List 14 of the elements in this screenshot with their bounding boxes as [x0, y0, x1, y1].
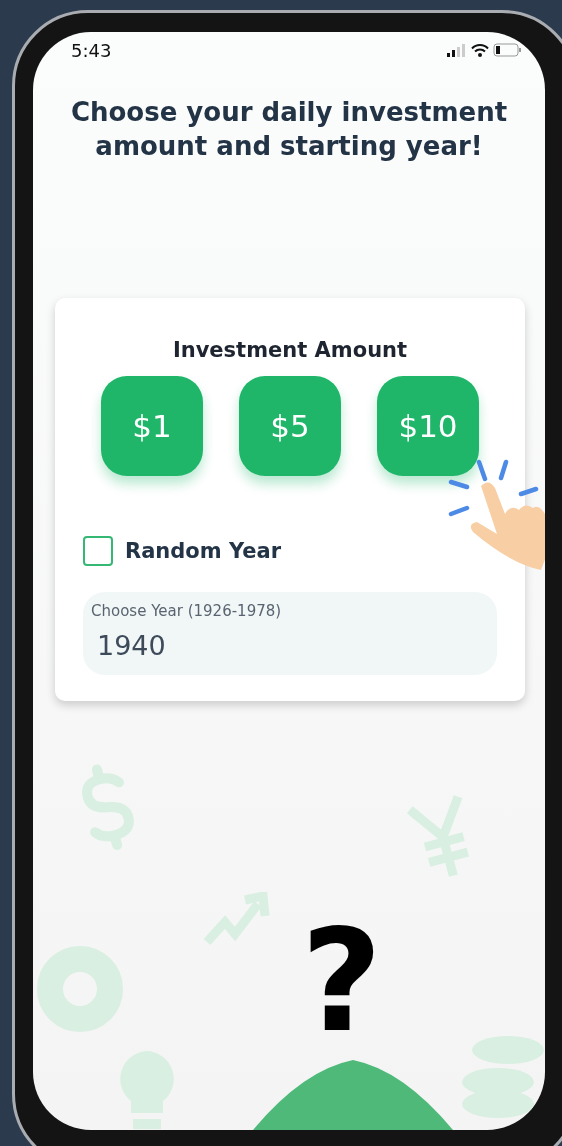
battery-icon	[493, 43, 521, 57]
card-heading: Investment Amount	[171, 337, 409, 362]
page-title: Choose your daily investment amount and starting year!	[69, 96, 509, 163]
signal-icon	[447, 43, 467, 57]
amount-button[interactable]: $1	[101, 375, 203, 476]
checkbox[interactable]	[83, 535, 113, 566]
checkbox-label: Random Year	[125, 538, 281, 563]
status-time: 5:43	[71, 39, 112, 61]
lifebuoy-icon	[37, 946, 123, 1032]
wifi-icon	[471, 43, 489, 57]
year-input-field[interactable]: Choose Year (1926-1978) 1940	[83, 591, 497, 675]
amount-button[interactable]: $5	[239, 375, 341, 476]
amount-button[interactable]: $10	[377, 375, 479, 476]
question-mark: ?	[301, 912, 383, 1052]
